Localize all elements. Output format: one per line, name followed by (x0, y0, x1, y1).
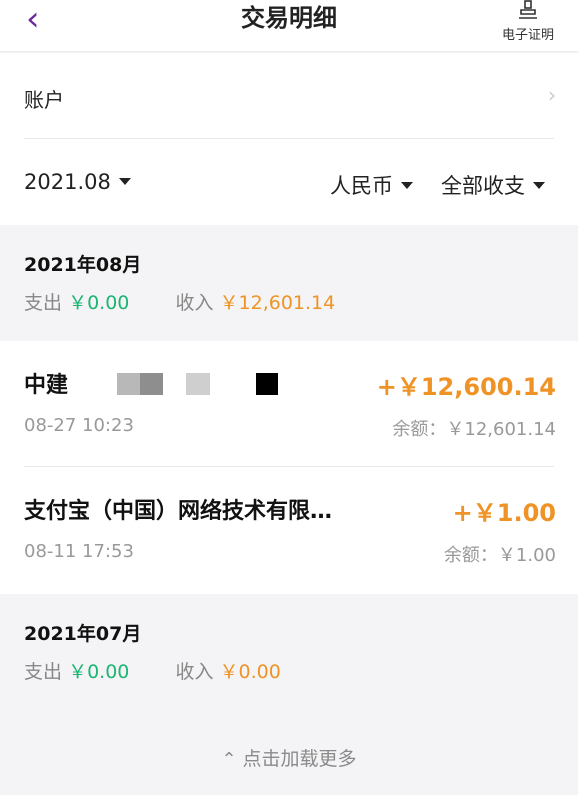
load-more-label: 点击加载更多 (242, 748, 357, 770)
transaction-item[interactable]: 支付宝（中国）网络技术有限… +￥1.00 08-11 17:53 余额：￥1.… (0, 467, 578, 593)
income-label: 收入 (175, 292, 214, 314)
date-filter-label: 2021.08 (24, 170, 111, 194)
type-filter[interactable]: 全部收支 (441, 170, 545, 200)
transaction-balance: 余额：￥12,601.14 (392, 419, 556, 440)
transaction-list: 中建 +￥12,600.14 08-27 10:23 余额：￥12,601.14… (0, 341, 578, 594)
account-row[interactable]: 账户 › (0, 53, 578, 139)
expense-value: ￥0.00 (68, 292, 130, 314)
page-title: 交易明细 (241, 4, 337, 32)
account-label: 账户 (24, 88, 64, 112)
expense-label: 支出 (24, 661, 63, 683)
chevron-up-icon: ⌃ (221, 749, 237, 770)
transaction-time: 08-27 10:23 (24, 415, 134, 436)
currency-filter[interactable]: 人民币 (330, 170, 413, 200)
income-value: ￥12,601.14 (219, 292, 336, 314)
caret-down-icon (401, 181, 413, 189)
load-more-button[interactable]: ⌃ 点击加载更多 (0, 744, 578, 771)
navbar: ‹ 交易明细 电子证明 (0, 0, 578, 52)
month-title: 2021年08月 (24, 254, 142, 276)
redaction-mask (256, 373, 278, 395)
filter-row: 2021.08 人民币 全部收支 (0, 139, 578, 225)
income-value: ￥0.00 (219, 661, 281, 683)
redaction-mask (186, 373, 210, 395)
income-label: 收入 (175, 661, 214, 683)
expense-label: 支出 (24, 292, 63, 314)
caret-down-icon (118, 177, 131, 185)
transaction-item[interactable]: 中建 +￥12,600.14 08-27 10:23 余额：￥12,601.14 (0, 341, 578, 467)
transaction-balance: 余额：￥1.00 (443, 545, 556, 566)
currency-filter-label: 人民币 (330, 174, 393, 198)
month-title: 2021年07月 (24, 623, 142, 645)
expense-value: ￥0.00 (68, 661, 130, 683)
month-totals: 支出 ￥0.00 收入 ￥0.00 (24, 657, 281, 684)
stamp-icon (519, 0, 537, 19)
type-filter-label: 全部收支 (441, 174, 525, 198)
transaction-amount: +￥12,600.14 (376, 373, 556, 401)
chevron-right-icon: › (548, 83, 556, 107)
transaction-amount: +￥1.00 (452, 499, 556, 527)
redaction-mask (140, 373, 163, 395)
month-summary: 2021年08月 支出 ￥0.00 收入 ￥12,601.14 (0, 225, 578, 341)
certificate-label: 电子证明 (501, 28, 554, 43)
transaction-name: 支付宝（中国）网络技术有限… (24, 499, 333, 524)
month-summary: 2021年07月 支出 ￥0.00 收入 ￥0.00 (0, 594, 578, 710)
transaction-name: 中建 (24, 373, 69, 398)
certificate-button[interactable]: 电子证明 (496, 0, 560, 48)
caret-down-icon (533, 181, 545, 189)
date-filter[interactable]: 2021.08 (24, 170, 131, 194)
transaction-time: 08-11 17:53 (24, 541, 134, 562)
month-totals: 支出 ￥0.00 收入 ￥12,601.14 (24, 288, 335, 315)
